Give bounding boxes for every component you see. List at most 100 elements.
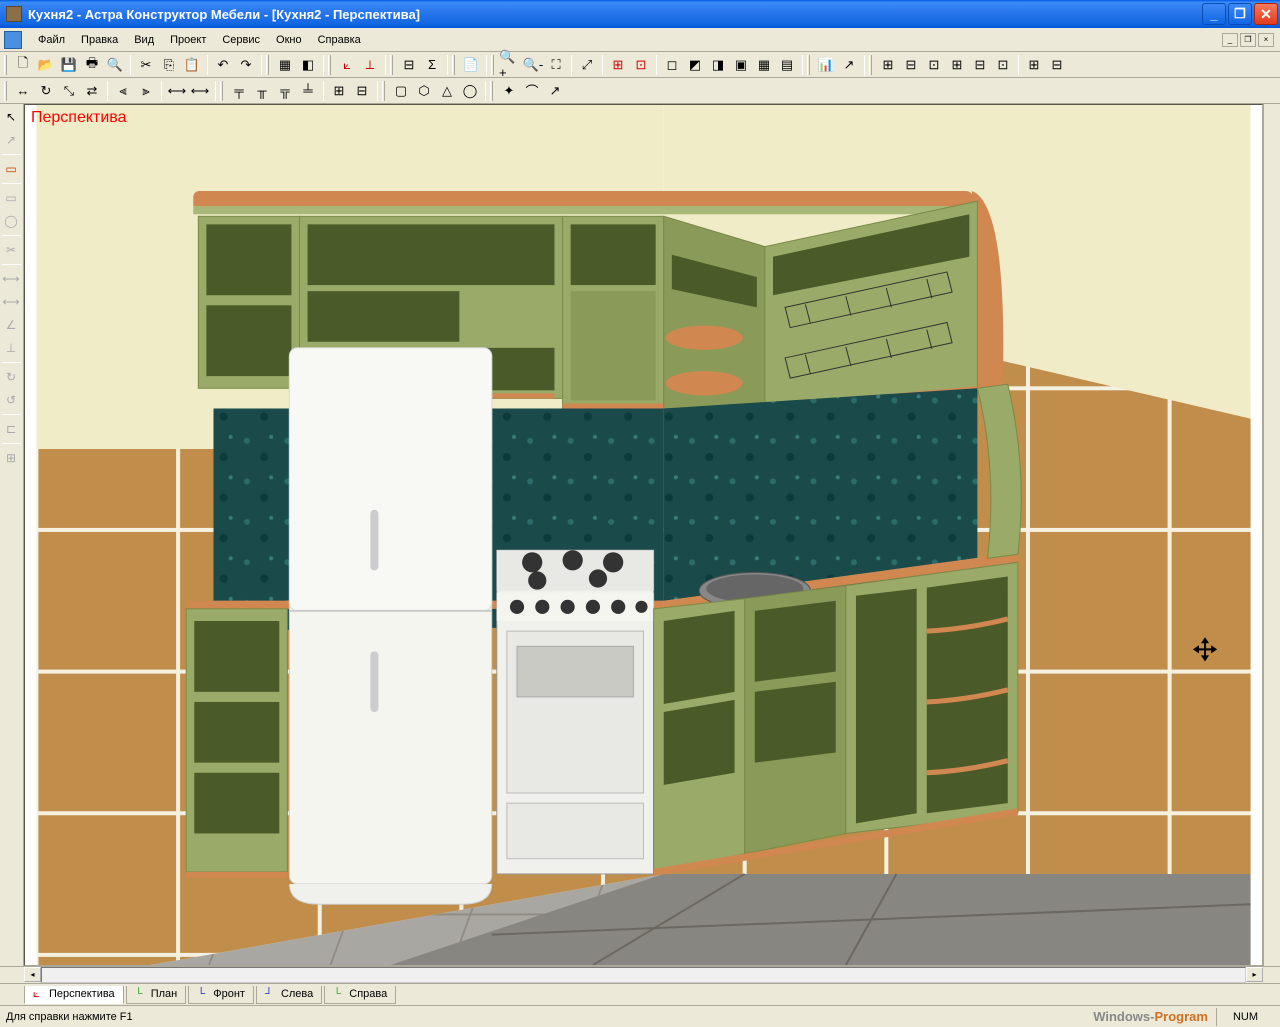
tree-button[interactable]: ⊟	[398, 54, 420, 76]
constrain4-button[interactable]: ╧	[297, 80, 319, 102]
print-preview-button[interactable]: 🔍	[104, 54, 126, 76]
menu-project[interactable]: Проект	[162, 32, 214, 48]
snap-button[interactable]: ⊞	[607, 54, 629, 76]
toolbar-grip[interactable]	[452, 55, 455, 75]
render-hidden-button[interactable]: ◩	[684, 54, 706, 76]
grid-button[interactable]: ⊞	[328, 80, 350, 102]
dim-h-button[interactable]: ⟷	[166, 80, 188, 102]
menu-view[interactable]: Вид	[126, 32, 162, 48]
menu-service[interactable]: Сервис	[214, 32, 268, 48]
mirror-button[interactable]: ⇄	[81, 80, 103, 102]
toolbar-grip[interactable]	[807, 55, 810, 75]
tab-right[interactable]: └ Справа	[324, 986, 396, 1004]
render-material2-button[interactable]: ▤	[776, 54, 798, 76]
cut-button[interactable]: ✂	[135, 54, 157, 76]
box-button[interactable]: ▢	[390, 80, 412, 102]
arrow-button[interactable]: ↗	[544, 80, 566, 102]
scroll-right-button[interactable]: ▸	[1246, 967, 1263, 982]
align-left-button[interactable]: ⫷	[112, 80, 134, 102]
win6-button[interactable]: ⊡	[992, 54, 1014, 76]
render-shaded-button[interactable]: ◨	[707, 54, 729, 76]
sphere-button[interactable]: ◯	[459, 80, 481, 102]
explode-button[interactable]: ✦	[498, 80, 520, 102]
align-right-button[interactable]: ⫸	[135, 80, 157, 102]
menu-window[interactable]: Окно	[268, 32, 310, 48]
toolbar-grip[interactable]	[490, 81, 493, 101]
viewport[interactable]: Перспектива	[24, 104, 1263, 966]
rotate-ccw-tool[interactable]: ↺	[0, 389, 22, 411]
win5-button[interactable]: ⊟	[969, 54, 991, 76]
toolbar-grip[interactable]	[382, 81, 385, 101]
tab-plan[interactable]: └ План	[126, 986, 187, 1004]
group-tool[interactable]: ⊞	[0, 447, 22, 469]
rotate-button[interactable]: ↻	[35, 80, 57, 102]
grid2-button[interactable]: ⊟	[351, 80, 373, 102]
cylinder-button[interactable]: ⬡	[413, 80, 435, 102]
win3-button[interactable]: ⊡	[923, 54, 945, 76]
measure2-tool[interactable]: ⟷	[0, 291, 22, 313]
render-wireframe-button[interactable]: ◻	[661, 54, 683, 76]
toolbar-grip[interactable]	[266, 55, 269, 75]
render-texture-button[interactable]: ▣	[730, 54, 752, 76]
win8-button[interactable]: ⊟	[1046, 54, 1068, 76]
dim-v-button[interactable]: ⟷	[189, 80, 211, 102]
screw-button[interactable]: ⟂	[359, 54, 381, 76]
toolbar-grip[interactable]	[220, 81, 223, 101]
arc-button[interactable]: ⌒	[521, 80, 543, 102]
tab-front[interactable]: └ Фронт	[188, 986, 254, 1004]
select-tool[interactable]: ↖	[0, 106, 22, 128]
win1-button[interactable]: ⊞	[877, 54, 899, 76]
maximize-button[interactable]: ❐	[1228, 3, 1252, 25]
minimize-button[interactable]: _	[1202, 3, 1226, 25]
menu-file[interactable]: Файл	[30, 32, 73, 48]
constrain2-button[interactable]: ╥	[251, 80, 273, 102]
drill-button[interactable]: ⟀	[336, 54, 358, 76]
section-tool[interactable]: ⊏	[0, 418, 22, 440]
panel-tool[interactable]: ▭	[0, 158, 22, 180]
snap2-button[interactable]: ⊡	[630, 54, 652, 76]
scale-button[interactable]: ⤡	[58, 80, 80, 102]
cone-button[interactable]: △	[436, 80, 458, 102]
chart-button[interactable]: 📊	[815, 54, 837, 76]
rect-tool[interactable]: ▭	[0, 187, 22, 209]
cut-tool[interactable]: ✂	[0, 239, 22, 261]
mdi-app-icon[interactable]	[4, 31, 22, 49]
mdi-minimize-button[interactable]: _	[1222, 33, 1238, 47]
vertical-scrollbar[interactable]	[1263, 104, 1280, 966]
tab-left[interactable]: ┘ Слева	[256, 986, 322, 1004]
apex-tool[interactable]: ⊥	[0, 337, 22, 359]
win7-button[interactable]: ⊞	[1023, 54, 1045, 76]
circle-tool[interactable]: ◯	[0, 210, 22, 232]
paste-button[interactable]: 📋	[181, 54, 203, 76]
toolbar-grip[interactable]	[4, 81, 7, 101]
chart2-button[interactable]: ↗	[838, 54, 860, 76]
toolbar-grip[interactable]	[491, 55, 494, 75]
mdi-restore-button[interactable]: ❐	[1240, 33, 1256, 47]
constrain1-button[interactable]: ╤	[228, 80, 250, 102]
toolbar-grip[interactable]	[4, 55, 7, 75]
zoom-out-button[interactable]: 🔍-	[522, 54, 544, 76]
move-button[interactable]: ↔	[12, 80, 34, 102]
measure-tool[interactable]: ⟷	[0, 268, 22, 290]
print-button[interactable]: 🖶	[81, 54, 103, 76]
zoom-in-button[interactable]: 🔍+	[499, 54, 521, 76]
toolbar-grip[interactable]	[869, 55, 872, 75]
node-tool[interactable]: ↗	[0, 129, 22, 151]
open-button[interactable]: 📂	[35, 54, 57, 76]
horizontal-scrollbar[interactable]	[41, 967, 1246, 983]
zoom-extents-button[interactable]: ⤢	[576, 54, 598, 76]
redo-button[interactable]: ↷	[235, 54, 257, 76]
win4-button[interactable]: ⊞	[946, 54, 968, 76]
toolbar-grip[interactable]	[328, 55, 331, 75]
menu-help[interactable]: Справка	[310, 32, 369, 48]
new-button[interactable]: 🗋	[12, 54, 34, 76]
toolbar-grip[interactable]	[390, 55, 393, 75]
save-button[interactable]: 💾	[58, 54, 80, 76]
constrain3-button[interactable]: ╦	[274, 80, 296, 102]
angle-tool[interactable]: ∠	[0, 314, 22, 336]
properties-button[interactable]: ◧	[297, 54, 319, 76]
mdi-close-button[interactable]: ×	[1258, 33, 1274, 47]
undo-button[interactable]: ↶	[212, 54, 234, 76]
close-button[interactable]: ✕	[1254, 3, 1278, 25]
report-button[interactable]: 📄	[460, 54, 482, 76]
